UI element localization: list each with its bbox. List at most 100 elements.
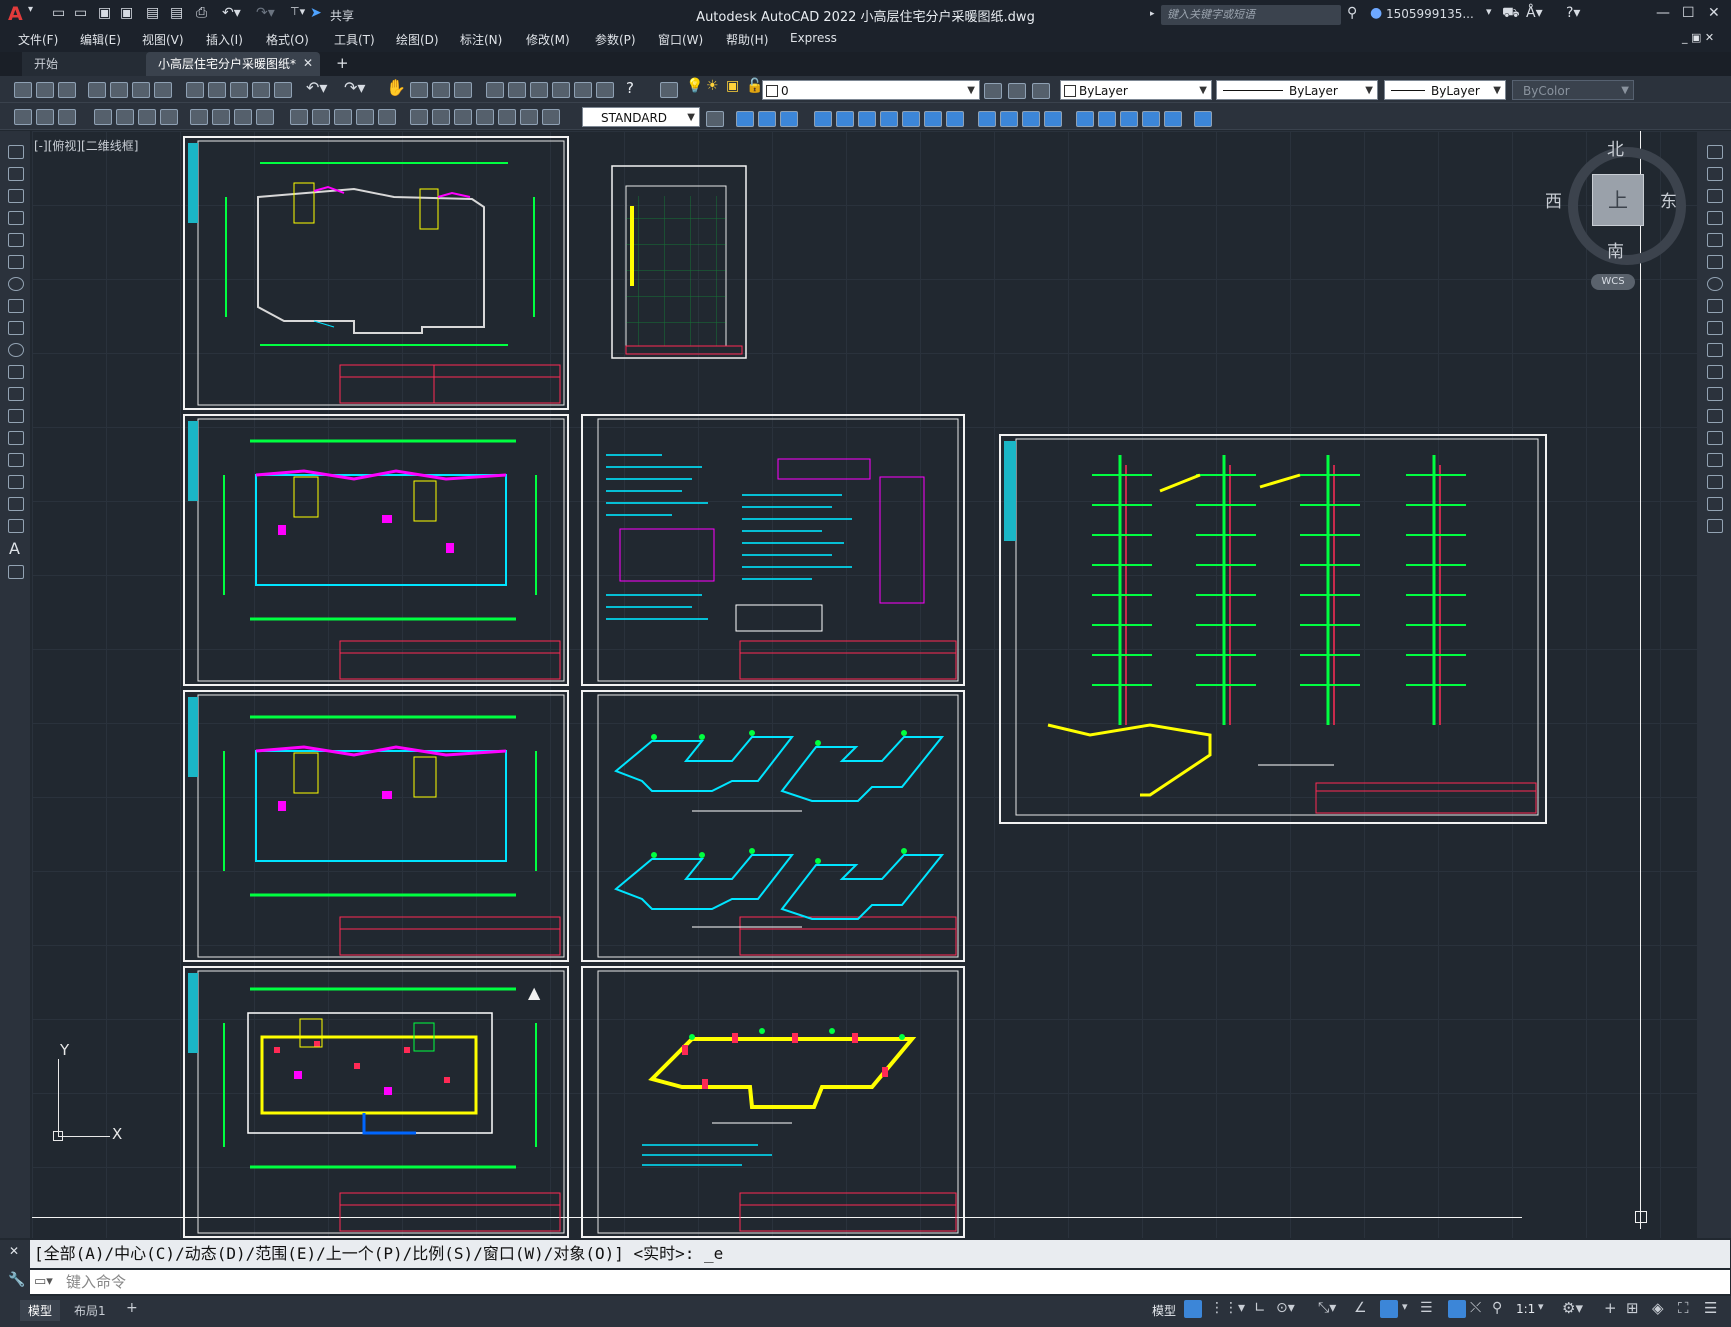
presspull-icon[interactable] <box>1142 111 1160 127</box>
plot-toolbar-icon[interactable] <box>88 82 106 98</box>
search-expand-icon[interactable]: ▸ <box>1150 9 1155 29</box>
point-icon[interactable] <box>8 431 24 445</box>
extrude-icon[interactable] <box>1044 111 1062 127</box>
dimension-style-icon[interactable] <box>706 111 724 127</box>
menu-file[interactable]: 文件(F) <box>18 31 58 48</box>
add-selected-icon[interactable] <box>8 565 24 579</box>
3d-array-icon[interactable] <box>902 111 920 127</box>
make-block-icon[interactable] <box>8 409 24 423</box>
quick-dimension-icon[interactable] <box>290 109 308 125</box>
tolerance-icon[interactable] <box>410 109 428 125</box>
quickcalc-icon[interactable] <box>596 82 614 98</box>
maximize-icon[interactable]: ☐ <box>1682 5 1695 25</box>
rectangle-icon[interactable] <box>8 233 24 247</box>
menu-insert[interactable]: 插入(I) <box>206 31 243 48</box>
menu-draw[interactable]: 绘图(D) <box>396 31 439 48</box>
save-toolbar-icon[interactable] <box>58 82 76 98</box>
3d-align-icon[interactable] <box>858 111 876 127</box>
insert-block-icon[interactable] <box>8 387 24 401</box>
menu-express[interactable]: Express <box>790 31 837 45</box>
autodesk-app-store-icon[interactable]: ⛟ <box>1502 5 1520 25</box>
ellipse-icon[interactable] <box>8 343 24 357</box>
jogged-linear-icon[interactable] <box>476 109 494 125</box>
ordinate-dimension-icon[interactable] <box>160 109 178 125</box>
gradient-icon[interactable] <box>8 475 24 489</box>
auto-scale-icon[interactable]: ⤬ <box>1470 1300 1481 1316</box>
match-properties-icon[interactable] <box>252 82 270 98</box>
viewcube-top-face[interactable]: 上 <box>1592 174 1644 226</box>
inspection-icon[interactable] <box>454 109 472 125</box>
arc-icon[interactable] <box>8 255 24 269</box>
model-space-toggle[interactable]: 模型 <box>1152 1302 1176 1319</box>
3d-box-icon[interactable] <box>758 111 776 127</box>
draw-order-icon[interactable] <box>36 109 54 125</box>
user-menu-chevron-icon[interactable]: ▾ <box>1486 5 1492 25</box>
arc-length-icon[interactable] <box>138 109 156 125</box>
close-tab-icon[interactable]: ✕ <box>303 56 313 70</box>
user-icon[interactable]: ● <box>1370 5 1382 25</box>
add-layout-icon[interactable]: + <box>126 1300 138 1316</box>
radius-dimension-icon[interactable] <box>190 109 208 125</box>
section-plane-icon[interactable] <box>1022 111 1040 127</box>
dimension-break-icon[interactable] <box>378 109 396 125</box>
revision-cloud-icon[interactable] <box>8 299 24 313</box>
menu-tools[interactable]: 工具(T) <box>334 31 375 48</box>
3d-solid-icon[interactable] <box>736 111 754 127</box>
layer-states-icon[interactable] <box>1032 83 1050 99</box>
table-icon[interactable] <box>8 519 24 533</box>
scale-icon[interactable] <box>1707 299 1723 313</box>
slice-icon[interactable] <box>1000 111 1018 127</box>
search-input[interactable]: 键入关键字或短语 <box>1161 5 1341 25</box>
bring-front-icon[interactable] <box>58 109 76 125</box>
menu-edit[interactable]: 编辑(E) <box>80 31 121 48</box>
break-icon[interactable] <box>1707 409 1723 423</box>
workspace-switching-icon[interactable]: ⚙▾ <box>1562 1299 1583 1317</box>
sweep-icon[interactable] <box>1098 111 1116 127</box>
close-icon[interactable]: ✕ <box>1708 5 1720 25</box>
fillet-icon[interactable] <box>1707 475 1723 489</box>
angular-dimension-icon[interactable] <box>256 109 274 125</box>
close-command-line-icon[interactable]: ✕ <box>9 1244 19 1258</box>
doc-window-controls-icon[interactable]: _ ▣ ✕ <box>1682 31 1714 44</box>
menu-dimension[interactable]: 标注(N) <box>460 31 502 48</box>
block-editor-icon[interactable] <box>274 82 292 98</box>
command-input[interactable]: 键入命令 <box>30 1270 1730 1294</box>
menu-window[interactable]: 窗口(W) <box>658 31 703 48</box>
object-snap-tracking-icon[interactable]: ∠ <box>1354 1300 1367 1316</box>
model-space-canvas[interactable]: [-][俯视][二维线框] ▲ 上 北 南 东 西 WCS Y X <box>32 131 1697 1238</box>
isodraft-icon[interactable]: ⤡▾ <box>1318 1300 1336 1316</box>
rotate-icon[interactable] <box>1707 277 1723 291</box>
layer-freeze-icon[interactable]: ☀ <box>706 78 719 94</box>
3d-print-icon[interactable] <box>154 82 172 98</box>
cut-icon[interactable] <box>186 82 204 98</box>
undo-toolbar-icon[interactable]: ↶▾ <box>306 78 327 97</box>
layer-previous-icon[interactable] <box>1008 83 1026 99</box>
extend-icon[interactable] <box>1707 365 1723 379</box>
line-icon[interactable] <box>8 145 24 159</box>
3d-rotate-icon[interactable] <box>836 111 854 127</box>
grid-toggle-icon[interactable] <box>1184 1300 1202 1318</box>
menu-view[interactable]: 视图(V) <box>142 31 184 48</box>
ellipse-arc-icon[interactable] <box>8 365 24 379</box>
erase-icon[interactable] <box>1707 145 1723 159</box>
make-current-layer-icon[interactable] <box>984 83 1002 99</box>
annotation-visibility-icon[interactable] <box>1448 1300 1466 1318</box>
mirror-icon[interactable] <box>1707 189 1723 203</box>
zoom-realtime-icon[interactable] <box>410 82 428 98</box>
object-snap-menu-icon[interactable]: ▾ <box>1402 1300 1408 1313</box>
tab-current-drawing[interactable]: 小高层住宅分户采暖图纸* <box>146 52 320 76</box>
new-tab-icon[interactable]: + <box>336 54 349 72</box>
linetype-dropdown[interactable]: ByLayer ▼ <box>1216 80 1378 100</box>
recent-commands-icon[interactable]: ▭▾ <box>34 1274 53 1289</box>
multiline-text-icon[interactable]: A <box>9 539 20 558</box>
polygon-icon[interactable] <box>8 211 24 225</box>
construction-line-icon[interactable] <box>8 167 24 181</box>
linear-dimension-icon[interactable] <box>94 109 112 125</box>
3d-wedge-icon[interactable] <box>780 111 798 127</box>
polyline-icon[interactable] <box>8 189 24 203</box>
markup-icon[interactable] <box>574 82 592 98</box>
copy-object-icon[interactable] <box>1707 167 1723 181</box>
search-icon[interactable]: ⚲ <box>1347 5 1357 25</box>
redo-toolbar-icon[interactable]: ↷▾ <box>344 78 365 97</box>
render-icon[interactable] <box>1194 111 1212 127</box>
